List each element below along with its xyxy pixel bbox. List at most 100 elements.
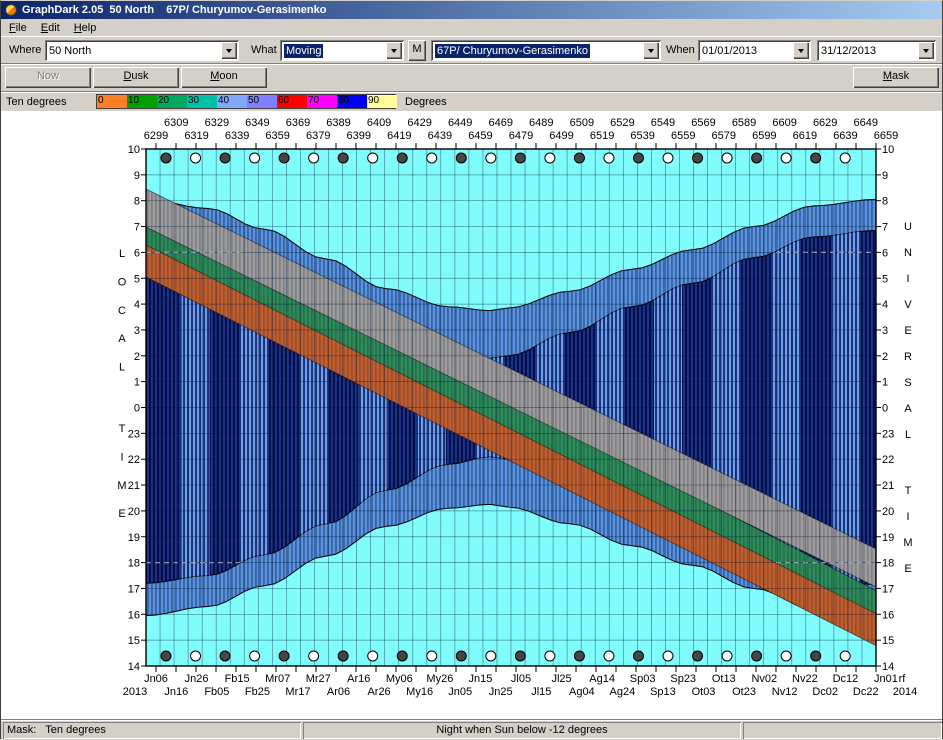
- date-to-select[interactable]: 31/12/2013: [817, 40, 936, 61]
- julian-date-label: 6599: [752, 130, 776, 142]
- moon-phase-marker: [455, 650, 467, 662]
- object-select[interactable]: 67P/ Churyumov-Gerasimenko: [431, 40, 661, 61]
- hour-label-left: 0: [134, 403, 140, 415]
- julian-date-label: 6469: [488, 117, 512, 129]
- calendar-date-label: Sp23: [670, 673, 696, 685]
- julian-date-label: 6649: [853, 117, 877, 129]
- julian-date-label: 6639: [833, 130, 857, 142]
- local-time-axis-title: L: [119, 248, 125, 260]
- julian-date-label: 6549: [651, 117, 675, 129]
- hour-label-left: 6: [134, 247, 140, 259]
- when-label: When: [666, 44, 695, 56]
- menu-edit[interactable]: Edit: [34, 21, 67, 35]
- local-time-axis-title: I: [120, 451, 123, 463]
- local-time-axis-title: C: [118, 305, 126, 317]
- julian-date-label: 6339: [225, 130, 249, 142]
- calendar-date-label: 2013: [123, 686, 147, 698]
- date-from-arrow-icon[interactable]: [793, 42, 809, 59]
- hour-label-right: 21: [882, 480, 894, 492]
- julian-date-label: 6359: [265, 130, 289, 142]
- calendar-date-label: Fb15: [225, 673, 250, 685]
- julian-date-label: 6369: [286, 117, 310, 129]
- hour-label-right: 15: [882, 635, 894, 647]
- moon-phase-marker: [160, 650, 172, 662]
- where-select[interactable]: 50 North: [45, 40, 239, 61]
- menu-help[interactable]: Help: [67, 21, 104, 35]
- hour-label-left: 23: [128, 428, 140, 440]
- moon-phase-marker: [426, 152, 438, 164]
- date-from-select[interactable]: 01/01/2013: [698, 40, 811, 61]
- moon-phase-marker: [337, 152, 349, 164]
- dusk-button[interactable]: Dusk: [93, 67, 179, 88]
- moon-phase-marker: [603, 152, 615, 164]
- hour-label-left: 21: [128, 480, 140, 492]
- moon-button[interactable]: Moon: [181, 67, 267, 88]
- calendar-date-label: Mr07: [265, 673, 290, 685]
- julian-date-label: 6619: [793, 130, 817, 142]
- calendar-date-label: Jn05: [448, 686, 472, 698]
- julian-date-label: 6609: [772, 117, 796, 129]
- moon-phase-marker: [219, 152, 231, 164]
- julian-date-label: 6419: [387, 130, 411, 142]
- hour-label-right: 3: [882, 325, 888, 337]
- hour-label-right: 6: [882, 247, 888, 259]
- legend-value: 20: [158, 95, 170, 106]
- local-time-axis-title: T: [119, 423, 126, 435]
- toolbar-filters: Where 50 North What Moving M 67P/ Churyu…: [1, 36, 942, 63]
- universal-time-axis-title: V: [904, 299, 912, 311]
- where-label: Where: [9, 44, 42, 56]
- hour-label-left: 14: [128, 661, 140, 673]
- calendar-date-label: Nv02: [751, 673, 777, 685]
- calendar-date-label: Jn06: [144, 673, 168, 685]
- where-dropdown-arrow-icon[interactable]: [221, 42, 237, 59]
- moon-phase-marker: [810, 152, 822, 164]
- julian-date-label: 6329: [205, 117, 229, 129]
- julian-date-label: 6459: [468, 130, 492, 142]
- calendar-date-label: Ot03: [692, 686, 716, 698]
- legend-degrees-label: Degrees: [405, 96, 447, 108]
- hour-label-left: 10: [128, 144, 140, 156]
- m-button[interactable]: M: [408, 40, 426, 61]
- hour-label-left: 1: [134, 377, 140, 389]
- object-dropdown-arrow-icon[interactable]: [643, 42, 659, 59]
- calendar-date-label: Ot13: [712, 673, 736, 685]
- moon-phase-marker: [514, 152, 526, 164]
- legend-value: 40: [218, 95, 230, 106]
- what-dropdown-arrow-icon[interactable]: [386, 42, 402, 59]
- now-button[interactable]: Now: [5, 67, 91, 88]
- local-time-axis-title: O: [118, 276, 127, 288]
- julian-date-label: 6589: [732, 117, 756, 129]
- calendar-date-label: Jn25: [489, 686, 513, 698]
- hour-label-right: 16: [882, 609, 894, 621]
- calendar-date-label: Sp13: [650, 686, 676, 698]
- julian-date-label: 6349: [245, 117, 269, 129]
- mask-button[interactable]: Mask: [853, 67, 939, 88]
- legend-value: 10: [128, 95, 140, 106]
- calendar-date-label: Mr27: [306, 673, 331, 685]
- what-select[interactable]: Moving: [280, 40, 404, 61]
- julian-date-label: 6309: [164, 117, 188, 129]
- moon-phase-marker: [839, 152, 851, 164]
- moon-phase-marker: [278, 152, 290, 164]
- menu-file[interactable]: File: [2, 21, 34, 35]
- hour-label-left: 7: [134, 222, 140, 234]
- hour-label-right: 23: [882, 428, 894, 440]
- universal-time-axis-title: E: [904, 563, 911, 575]
- moon-phase-marker: [396, 650, 408, 662]
- local-time-axis-title: L: [119, 362, 125, 374]
- date-from-value: 01/01/2013: [702, 44, 758, 57]
- date-to-value: 31/12/2013: [821, 44, 877, 57]
- julian-date-label: 6519: [590, 130, 614, 142]
- universal-time-axis-title: S: [904, 377, 911, 389]
- legend-mask-label: Ten degrees: [6, 96, 67, 108]
- julian-date-label: 6539: [630, 130, 654, 142]
- date-to-arrow-icon[interactable]: [918, 42, 934, 59]
- calendar-date-label: My26: [426, 673, 453, 685]
- calendar-date-label: Jl05: [511, 673, 531, 685]
- julian-date-label: 6479: [509, 130, 533, 142]
- calendar-date-label: My06: [386, 673, 413, 685]
- moon-phase-marker: [514, 650, 526, 662]
- moon-phase-marker: [751, 152, 763, 164]
- object-value: 67P/ Churyumov-Gerasimenko: [435, 43, 591, 58]
- moon-phase-marker: [219, 650, 231, 662]
